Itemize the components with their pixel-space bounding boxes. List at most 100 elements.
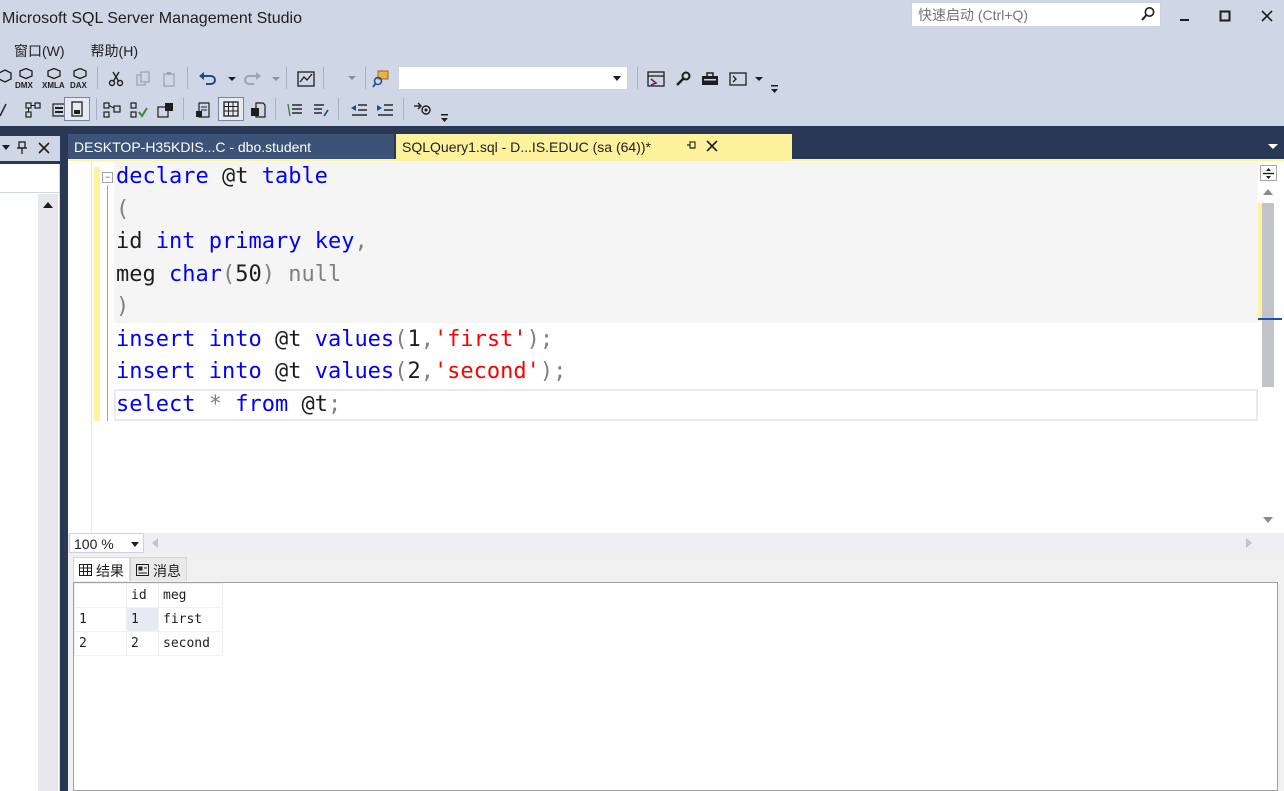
code-line[interactable]: select * from @t; xyxy=(116,389,566,422)
tab-messages[interactable]: 消息 xyxy=(130,557,187,581)
cell-id[interactable]: 2 xyxy=(126,631,159,656)
column-header-meg[interactable]: meg xyxy=(158,583,223,608)
editor-margin xyxy=(68,161,92,533)
pin-icon[interactable] xyxy=(686,139,698,155)
results-to-grid-icon[interactable] xyxy=(218,97,244,121)
quick-launch-box[interactable] xyxy=(911,2,1161,27)
tab-results[interactable]: 结果 xyxy=(73,557,130,581)
standard-toolbar: DMX XMLA DAX xyxy=(0,64,800,93)
xmla-label: XMLA xyxy=(42,81,65,90)
change-connection-icon[interactable] xyxy=(0,99,16,121)
editor-vertical-scrollbar[interactable] xyxy=(1258,161,1282,533)
paste-icon[interactable] xyxy=(158,68,180,90)
quick-launch-input[interactable] xyxy=(912,3,1132,26)
object-explorer-panel xyxy=(0,164,60,791)
code-token: @t xyxy=(261,359,315,384)
code-token: 2 xyxy=(407,359,421,384)
menu-help[interactable]: 帮助(H) xyxy=(77,38,150,62)
maximize-button[interactable] xyxy=(1210,4,1240,28)
mdx-query-icon[interactable] xyxy=(0,68,16,90)
code-token: ) xyxy=(116,294,130,319)
increase-indent-icon[interactable] xyxy=(374,99,396,121)
close-icon[interactable] xyxy=(706,139,718,155)
tab-overflow-icon[interactable] xyxy=(1268,144,1278,149)
scroll-thumb[interactable] xyxy=(1262,203,1274,387)
undo-dropdown-icon[interactable] xyxy=(228,77,236,81)
row-number[interactable]: 2 xyxy=(74,631,127,656)
sql-editor[interactable]: − declare @t table(id int primary key, me… xyxy=(68,161,1284,533)
code-token: , xyxy=(354,229,368,254)
code-line[interactable]: insert into @t values(1,'first'); xyxy=(116,324,566,357)
results-to-text-icon[interactable] xyxy=(64,97,90,121)
minimize-button[interactable] xyxy=(1170,4,1200,28)
uncomment-icon[interactable] xyxy=(310,99,332,121)
cut-icon[interactable] xyxy=(105,68,127,90)
code-line[interactable]: meg char(50) null xyxy=(116,259,566,292)
grid-corner[interactable] xyxy=(74,583,127,608)
io-statistics-icon[interactable] xyxy=(155,99,177,121)
undo-icon[interactable] xyxy=(196,68,218,90)
client-statistics-icon[interactable] xyxy=(128,99,150,121)
code-line[interactable]: declare @t table xyxy=(116,161,566,194)
table-row[interactable]: 1 1 first xyxy=(74,607,223,632)
specify-values-icon[interactable] xyxy=(412,99,434,121)
panel-dropdown-icon[interactable] xyxy=(2,145,10,150)
cell-id[interactable]: 1 xyxy=(126,607,159,632)
results-grid[interactable]: id meg 1 1 first 2 2 second xyxy=(73,582,1278,791)
scroll-up-icon[interactable] xyxy=(1263,189,1273,195)
results-to-text-icon[interactable] xyxy=(192,99,214,121)
row-number[interactable]: 1 xyxy=(74,607,127,632)
code-line[interactable]: insert into @t values(2,'second'); xyxy=(116,356,566,389)
object-explorer-scrollbar[interactable] xyxy=(38,194,58,791)
collapse-outline-button[interactable]: − xyxy=(102,172,113,183)
find-icon[interactable] xyxy=(370,68,392,90)
scroll-left-icon[interactable] xyxy=(152,538,158,548)
scroll-down-icon[interactable] xyxy=(1263,517,1273,523)
include-plan-icon[interactable] xyxy=(101,99,123,121)
cell-meg[interactable]: first xyxy=(158,607,223,632)
app-title: Microsoft SQL Server Management Studio xyxy=(2,10,302,27)
tab-dbo-student[interactable]: DESKTOP-H35KDIS...C - dbo.student xyxy=(68,134,394,160)
properties-icon[interactable] xyxy=(672,68,694,90)
column-header-id[interactable]: id xyxy=(126,583,159,608)
toolbar-separator xyxy=(187,67,188,89)
cell-meg[interactable]: second xyxy=(158,631,223,656)
object-explorer-icon[interactable] xyxy=(645,68,667,90)
scroll-up-icon[interactable] xyxy=(43,202,53,208)
code-text[interactable]: declare @t table(id int primary key, meg … xyxy=(116,161,566,421)
close-window-button[interactable] xyxy=(1252,4,1282,28)
table-row[interactable]: 2 2 second xyxy=(74,631,223,656)
dmx-label: DMX xyxy=(15,81,33,90)
menu-window[interactable]: 窗口(W) xyxy=(0,38,77,62)
outline-fold-line xyxy=(107,185,108,421)
copy-icon[interactable] xyxy=(132,68,154,90)
toolbar-overflow-icon[interactable] xyxy=(440,111,450,126)
solution-config-combo[interactable] xyxy=(330,67,364,89)
panel-divider xyxy=(0,192,60,193)
command-dropdown-icon[interactable] xyxy=(755,77,763,81)
search-icon[interactable] xyxy=(1140,6,1156,25)
pin-icon[interactable] xyxy=(17,141,27,158)
results-tabstrip: 结果 消息 xyxy=(73,557,187,581)
redo-dropdown-icon[interactable] xyxy=(272,77,280,81)
code-line[interactable]: ( xyxy=(116,194,566,227)
tab-sqlquery1[interactable]: SQLQuery1.sql - D...IS.EDUC (sa (64))* xyxy=(396,134,792,160)
database-select[interactable] xyxy=(398,66,628,90)
activity-monitor-icon[interactable] xyxy=(295,68,317,90)
toolbox-icon[interactable] xyxy=(699,68,721,90)
code-line[interactable]: id int primary key, xyxy=(116,226,566,259)
scroll-right-icon[interactable] xyxy=(1246,538,1252,548)
command-window-icon[interactable] xyxy=(727,68,749,90)
display-estimated-plan-icon[interactable] xyxy=(22,99,44,121)
comment-icon[interactable] xyxy=(284,99,306,121)
redo-icon[interactable] xyxy=(242,68,264,90)
zoom-select[interactable]: 100 % xyxy=(69,533,144,553)
code-token: ); xyxy=(526,326,554,352)
decrease-indent-icon[interactable] xyxy=(348,99,370,121)
code-line[interactable]: ) xyxy=(116,291,566,324)
results-to-file-icon[interactable] xyxy=(247,99,269,121)
close-icon[interactable] xyxy=(38,142,50,157)
split-window-icon[interactable] xyxy=(1260,165,1277,181)
